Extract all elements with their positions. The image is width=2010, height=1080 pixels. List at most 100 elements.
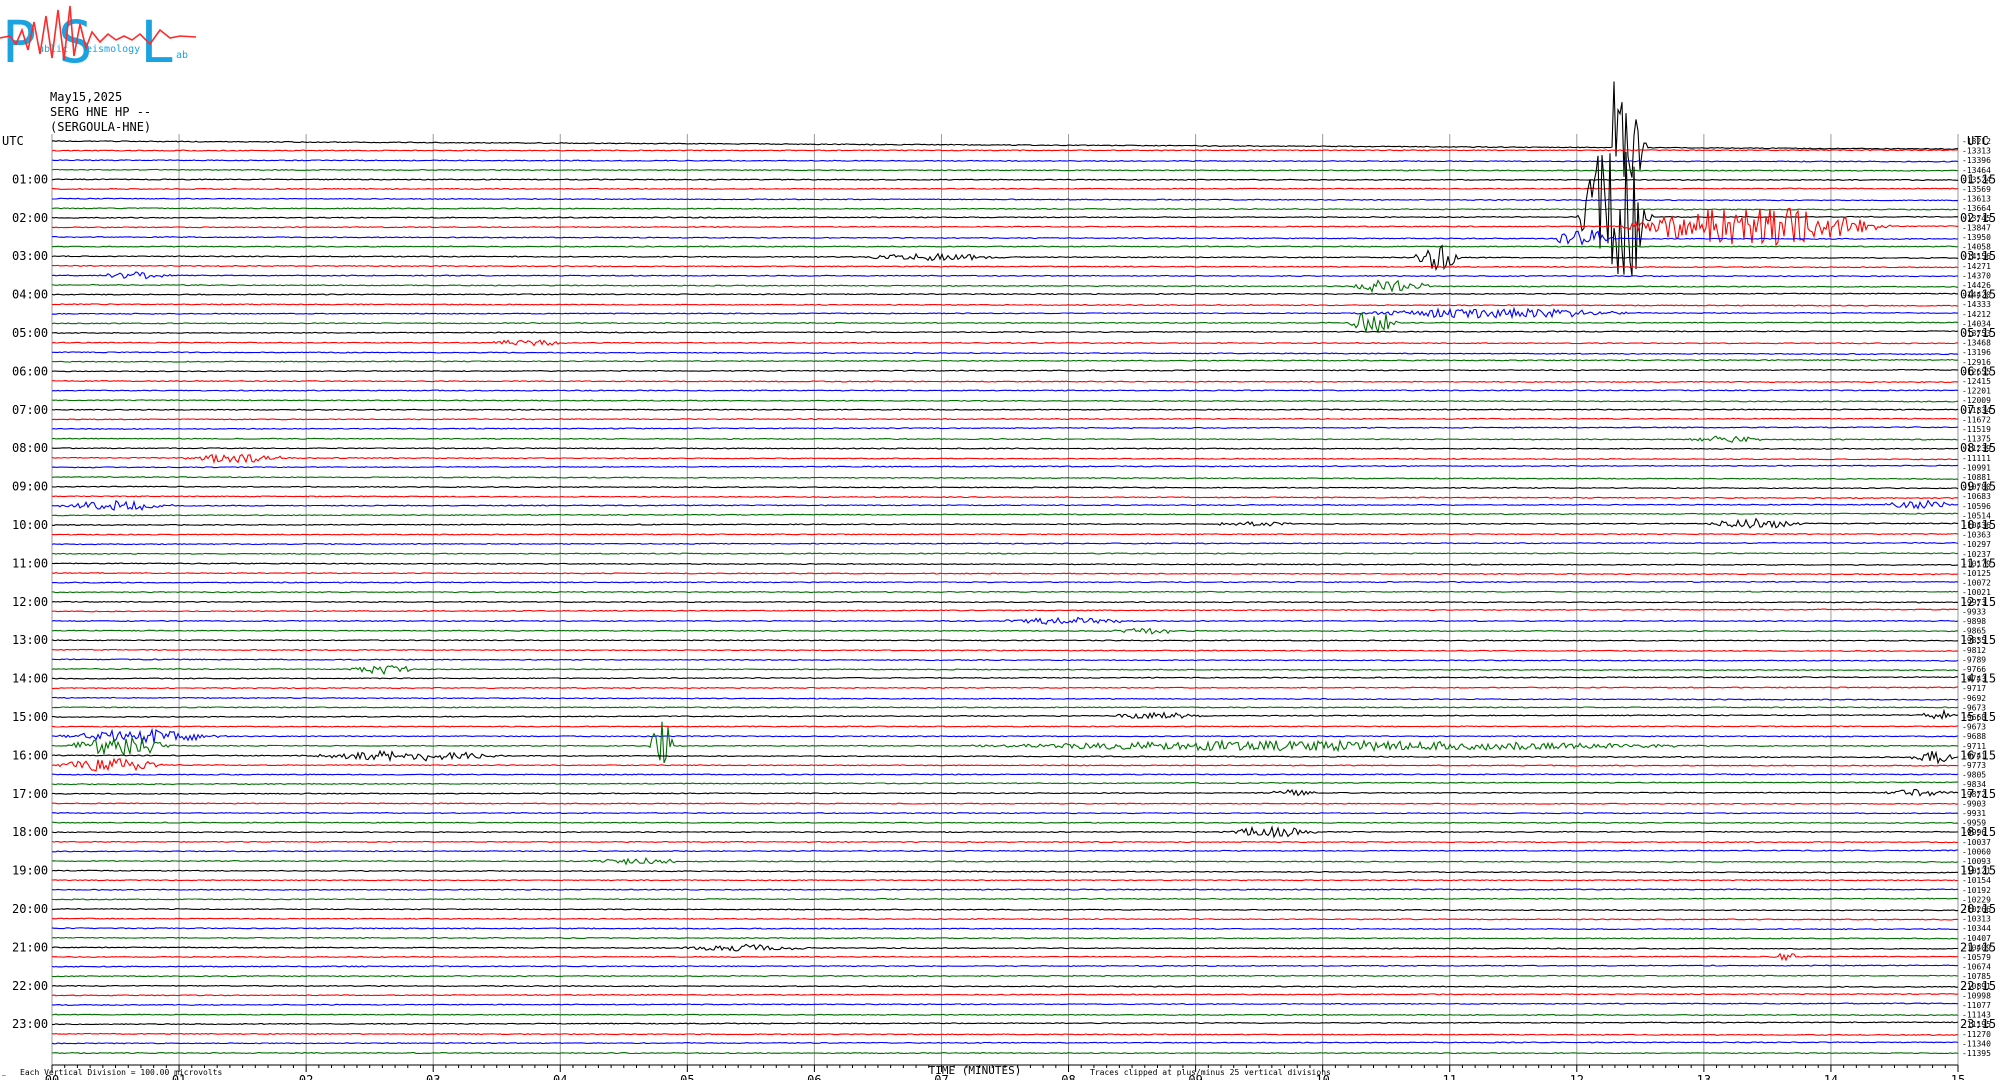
trace-line <box>51 311 1959 333</box>
x-tick-label: 11 <box>1443 1073 1457 1080</box>
trace-line <box>51 271 1959 280</box>
x-tick-label: 13 <box>1697 1073 1711 1080</box>
trace-line <box>51 879 1959 882</box>
trace-line <box>51 499 1959 512</box>
logo-letter-l: L <box>140 8 175 76</box>
trace-line <box>51 1013 1959 1017</box>
right-hour-label: 17:15 <box>1960 787 1996 801</box>
right-hour-label: 08:15 <box>1960 441 1996 455</box>
trace-offset-label: -9931 <box>1962 809 1986 818</box>
trace-line <box>51 757 1959 772</box>
trace-line <box>51 943 1958 952</box>
trace-line <box>51 608 1959 613</box>
header-date: May15,2025 <box>50 90 123 104</box>
trace-line <box>51 339 1958 347</box>
trace-line <box>51 1021 1959 1026</box>
trace-offset-label: -13950 <box>1962 233 1991 242</box>
trace-offset-label: -9692 <box>1962 694 1986 703</box>
right-hour-label: 20:15 <box>1960 902 1996 916</box>
trace-offset-label: -9805 <box>1962 771 1986 780</box>
left-hour-label: 10:00 <box>12 518 48 532</box>
trace-line <box>51 897 1959 901</box>
left-hour-label: 19:00 <box>12 864 48 878</box>
trace-line <box>51 417 1959 421</box>
trace-line <box>51 993 1959 997</box>
trace-line <box>52 849 1958 853</box>
trace-line <box>51 1052 1959 1055</box>
trace-offset-label: -9789 <box>1962 655 1986 664</box>
trace-offset-label: -11395 <box>1962 1049 1991 1058</box>
trace-line <box>51 495 1959 500</box>
trace-line <box>51 517 1959 529</box>
left-hour-label: 09:00 <box>12 480 48 494</box>
x-tick-label: 08 <box>1061 1073 1075 1080</box>
trace-offset-label: -10060 <box>1962 847 1991 856</box>
trace-line <box>52 908 1959 912</box>
trace-line <box>51 303 1959 307</box>
trace-line <box>51 788 1959 797</box>
trace-offset-label: -11519 <box>1962 425 1991 434</box>
right-hour-label: 12:15 <box>1960 595 1996 609</box>
left-hour-label: 05:00 <box>12 326 48 340</box>
trace-line <box>52 658 1959 662</box>
left-hour-label: 13:00 <box>12 633 48 647</box>
left-hour-label: 20:00 <box>12 902 48 916</box>
trace-line <box>51 81 1959 178</box>
trace-line <box>51 665 1959 676</box>
trace-line <box>52 351 1959 356</box>
trace-line <box>51 159 1959 163</box>
trace-line <box>51 306 1958 320</box>
left-hour-label: 14:00 <box>12 672 48 686</box>
trace-line <box>51 936 1959 940</box>
trace-line <box>51 856 1959 866</box>
trace-line <box>51 964 1959 968</box>
right-hour-label: 13:15 <box>1960 633 1996 647</box>
trace-offset-label: -11077 <box>1962 1001 1991 1010</box>
trace-line <box>51 552 1959 555</box>
trace-line <box>51 207 1959 247</box>
trace-line <box>51 927 1959 931</box>
helicorder-plot: P S L ublic eismology ab 00 01 02 03 04 05 06 0… <box>0 5 1996 1080</box>
trace-line <box>51 706 1959 709</box>
trace-offset-label: -13613 <box>1962 195 1991 204</box>
trace-line <box>51 616 1959 626</box>
trace-offset-label: -13396 <box>1962 156 1991 165</box>
x-tick-label: 03 <box>426 1073 440 1080</box>
trace-offset-label: -10596 <box>1962 502 1991 511</box>
right-hour-label: 06:15 <box>1960 364 1996 378</box>
trace-line <box>51 532 1959 536</box>
logo-word-ab: ab <box>176 50 188 61</box>
right-hour-label: 16:15 <box>1960 748 1996 762</box>
x-tick-label: 06 <box>807 1073 821 1080</box>
trace-line <box>51 676 1959 680</box>
trace-offset-label: -10991 <box>1962 463 1991 472</box>
trace-line <box>51 207 1958 211</box>
left-hour-label: 08:00 <box>12 441 48 455</box>
right-hour-label: 10:15 <box>1960 518 1996 532</box>
trace-line <box>52 380 1959 384</box>
trace-line <box>51 1002 1959 1006</box>
trace-line <box>51 368 1959 373</box>
left-hour-label: 18:00 <box>12 825 48 839</box>
trace-offset-label: -14212 <box>1962 310 1991 319</box>
trace-line <box>51 840 1959 844</box>
trace-line <box>51 292 1959 296</box>
trace-line <box>51 727 1959 745</box>
left-hour-label: 06:00 <box>12 364 48 378</box>
x-tick-label: 02 <box>299 1073 313 1080</box>
right-hour-label: 23:15 <box>1960 1017 1996 1031</box>
logo-word-eismology: eismology <box>86 44 140 55</box>
right-hour-label: 18:15 <box>1960 825 1996 839</box>
trace-line <box>51 696 1959 701</box>
trace-line <box>51 974 1959 978</box>
trace-line <box>52 802 1959 805</box>
trace-offset-label: -12201 <box>1962 387 1991 396</box>
trace-line <box>52 330 1959 334</box>
division-note: Each Vertical Division = 100.00 microvol… <box>20 1068 222 1077</box>
trace-offset-label: -10297 <box>1962 540 1991 549</box>
trace-line <box>51 1041 1959 1045</box>
left-hour-label: 16:00 <box>12 748 48 762</box>
trace-line <box>51 917 1959 921</box>
right-hour-label: 04:15 <box>1960 288 1996 302</box>
trace-line <box>51 264 1959 269</box>
